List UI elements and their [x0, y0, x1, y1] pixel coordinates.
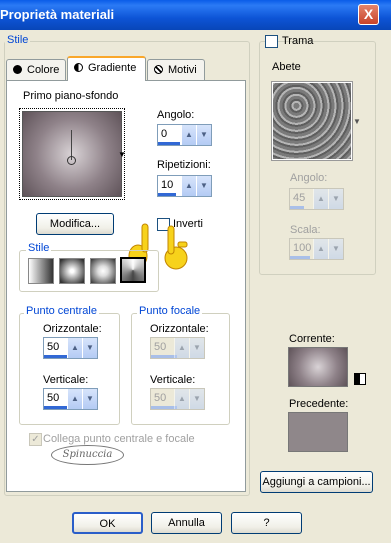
repeats-up-button[interactable]: ▲ [181, 176, 196, 196]
watermark-text: Spinuccia [62, 449, 113, 460]
preset-label: Primo piano-sfondo [23, 90, 119, 102]
texture-label: Trama [282, 35, 314, 47]
tab-colore-label: Colore [27, 64, 60, 76]
help-button-label: ? [263, 517, 270, 529]
current-swatch[interactable] [288, 347, 348, 387]
window-title: Proprietà materiali [0, 7, 115, 22]
gradient-preview-frame[interactable] [19, 108, 125, 200]
repeats-level-bar [158, 193, 176, 196]
edit-gradient-button-label: Modifica... [49, 218, 101, 230]
pattern-icon [154, 65, 163, 74]
watermark-logo: Spinuccia [51, 445, 124, 465]
style-group-label: Stile [5, 34, 31, 46]
right-hand [164, 225, 188, 270]
texture-checkbox[interactable] [265, 35, 278, 48]
tab-motivi-label: Motivi [168, 64, 197, 76]
angle-spinner[interactable]: 0 ▲ ▼ [157, 124, 212, 146]
texture-angle-up-button[interactable]: ▲ [313, 189, 328, 209]
swap-icon[interactable] [354, 373, 366, 385]
texture-scale-up-button[interactable]: ▲ [313, 239, 328, 259]
angle-level-bar [158, 142, 180, 145]
gradient-center-handle[interactable] [67, 156, 76, 165]
repeats-value: 10 [161, 179, 174, 191]
center-v-value: 50 [47, 392, 60, 404]
ok-button[interactable]: OK [72, 512, 143, 534]
style-sunburst-icon[interactable] [90, 258, 116, 284]
center-v-label: Verticale: [43, 374, 89, 386]
center-h-up-button[interactable]: ▲ [67, 338, 82, 358]
focal-v-up-button[interactable]: ▲ [174, 389, 189, 409]
center-h-value: 50 [47, 341, 60, 353]
tab-gradiente[interactable]: Gradiente [67, 56, 146, 81]
focal-h-down-button[interactable]: ▼ [189, 338, 204, 358]
current-label: Corrente: [289, 333, 335, 345]
texture-angle-level-bar [290, 206, 304, 209]
repeats-label: Ripetizioni: [157, 159, 211, 171]
previous-label: Precedente: [289, 398, 349, 410]
style-radial-icon[interactable] [120, 257, 146, 283]
circle-black-icon [13, 65, 22, 74]
angle-up-button[interactable]: ▲ [181, 125, 196, 145]
texture-dropdown-arrow-icon[interactable]: ▼ [353, 117, 361, 126]
texture-scale-label: Scala: [290, 224, 321, 236]
focal-v-label: Verticale: [150, 374, 196, 386]
texture-angle-spinner[interactable]: 45 ▲ ▼ [289, 188, 344, 210]
texture-angle-value: 45 [293, 192, 306, 204]
previous-swatch[interactable] [288, 412, 348, 452]
tab-motivi[interactable]: Motivi [147, 59, 205, 81]
texture-name: Abete [272, 61, 301, 73]
center-h-label: Orizzontale: [43, 323, 102, 335]
texture-scale-spinner[interactable]: 100 ▲ ▼ [289, 238, 344, 260]
repeats-down-button[interactable]: ▼ [196, 176, 211, 196]
gradient-style-label: Stile [26, 242, 52, 254]
texture-preview[interactable] [271, 81, 353, 161]
center-v-spinner[interactable]: 50 ▲ ▼ [43, 388, 98, 410]
edit-gradient-button[interactable]: Modifica... [36, 213, 114, 235]
focal-v-value: 50 [154, 392, 167, 404]
tab-colore[interactable]: Colore [6, 59, 66, 81]
cancel-button-label: Annulla [168, 517, 205, 529]
tab-gradiente-label: Gradiente [88, 62, 137, 74]
focal-h-value: 50 [154, 341, 167, 353]
texture-scale-level-bar [290, 256, 310, 259]
ok-button-label: OK [99, 518, 116, 530]
add-to-swatches-label: Aggiungi a campioni... [262, 476, 371, 488]
focal-point-label: Punto focale [137, 305, 203, 317]
link-points-label: Collega punto centrale e focale [43, 433, 195, 445]
gradient-preview[interactable] [22, 111, 122, 197]
focal-v-spinner[interactable]: 50 ▲ ▼ [150, 388, 205, 410]
add-to-swatches-button[interactable]: Aggiungi a campioni... [260, 471, 373, 493]
angle-down-button[interactable]: ▼ [196, 125, 211, 145]
texture-scale-value: 100 [293, 242, 312, 254]
texture-scale-down-button[interactable]: ▼ [328, 239, 343, 259]
close-button[interactable]: X [358, 4, 379, 25]
material-properties-dialog: { "window": {"title": "Proprietà materia… [0, 0, 391, 543]
preset-dropdown-arrow-icon[interactable]: ▼ [118, 150, 126, 159]
title-bar: Proprietà materiali X [0, 0, 391, 30]
angle-value: 0 [161, 128, 168, 140]
style-rectangular-icon[interactable] [59, 258, 85, 284]
center-v-up-button[interactable]: ▲ [67, 389, 82, 409]
focal-v-down-button[interactable]: ▼ [189, 389, 204, 409]
help-button[interactable]: ? [231, 512, 302, 534]
link-points-checkbox[interactable]: ✓ [29, 433, 42, 446]
texture-angle-label: Angolo: [290, 172, 328, 184]
center-h-spinner[interactable]: 50 ▲ ▼ [43, 337, 98, 359]
center-point-label: Punto centrale [24, 305, 99, 317]
angle-label: Angolo: [157, 109, 195, 121]
center-h-down-button[interactable]: ▼ [82, 338, 97, 358]
focal-h-label: Orizzontale: [150, 323, 209, 335]
close-icon: X [363, 6, 374, 22]
repeats-spinner[interactable]: 10 ▲ ▼ [157, 175, 212, 197]
focal-h-up-button[interactable]: ▲ [174, 338, 189, 358]
focal-h-spinner[interactable]: 50 ▲ ▼ [150, 337, 205, 359]
texture-angle-down-button[interactable]: ▼ [328, 189, 343, 209]
style-linear-icon[interactable] [28, 258, 54, 284]
cancel-button[interactable]: Annulla [151, 512, 222, 534]
center-v-down-button[interactable]: ▼ [82, 389, 97, 409]
half-circle-icon [74, 63, 83, 72]
